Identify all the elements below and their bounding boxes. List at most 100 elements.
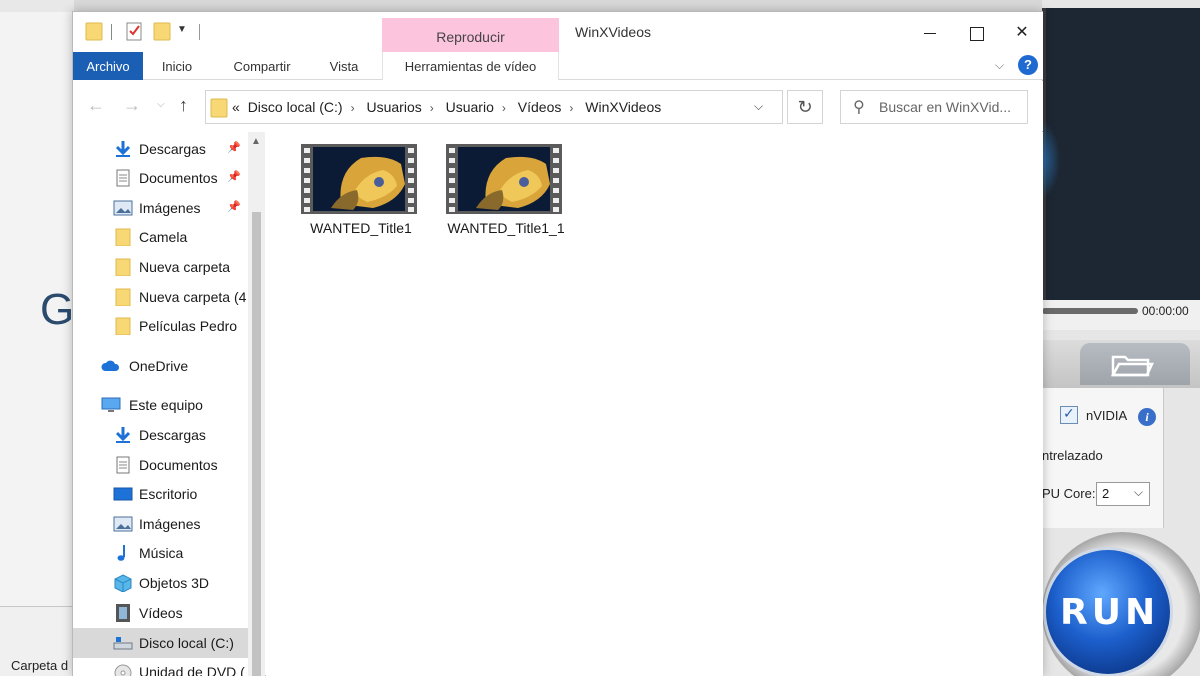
nav-item-camela[interactable]: Camela <box>73 224 248 250</box>
nav-item-documentos[interactable]: Documentos <box>73 452 248 478</box>
nav-item-peliculas-pedro[interactable]: Películas Pedro <box>73 313 248 339</box>
chevron-down-icon: ⌵ <box>1133 485 1143 499</box>
file-item[interactable]: WANTED_Title1 <box>274 144 417 254</box>
folder-open-icon <box>1110 355 1154 377</box>
nav-item-descargas-pinned[interactable]: Descargas 📌 <box>73 136 248 162</box>
address-bar[interactable]: « Disco local (C:) › Usuarios › Usuario › V… <box>205 90 783 124</box>
tab-compartir[interactable]: Compartir <box>221 52 303 80</box>
minimize-button[interactable] <box>907 18 953 48</box>
document-icon <box>116 169 130 187</box>
file-list: WANTED_Title1 WANTED_Title1_1 <box>266 132 1043 676</box>
scrollbar-thumb[interactable] <box>252 212 261 676</box>
chevron-right-icon[interactable]: › <box>430 101 434 115</box>
cube-3d-icon <box>114 574 132 592</box>
close-button[interactable]: ✕ <box>999 18 1045 48</box>
nav-item-unidad-dvd[interactable]: Unidad de DVD ( <box>73 659 248 676</box>
music-note-icon <box>117 545 125 561</box>
properties-icon[interactable] <box>125 21 143 41</box>
nav-item-escritorio[interactable]: Escritorio <box>73 481 248 507</box>
breadcrumb-winxvideos[interactable]: WinXVideos <box>585 99 661 115</box>
navigation-pane-scrollbar[interactable]: ▲ <box>248 132 265 676</box>
search-icon: ⚲ <box>853 99 865 116</box>
nav-item-label: Escritorio <box>139 486 198 502</box>
chevron-right-icon[interactable]: › <box>502 101 506 115</box>
nvidia-checkbox[interactable] <box>1060 405 1078 424</box>
scroll-up-icon[interactable]: ▲ <box>251 136 261 147</box>
nav-item-label: Películas Pedro <box>139 318 238 334</box>
breadcrumb-videos[interactable]: Vídeos <box>518 99 562 115</box>
search-box[interactable]: ⚲ <box>840 90 1028 124</box>
cpu-core-label: PU Core: <box>1042 486 1096 501</box>
ribbon-tabs: Archivo Inicio Compartir Vista Herramien… <box>73 52 1043 80</box>
run-button-label: RUN <box>1060 592 1160 633</box>
file-item[interactable]: WANTED_Title1_1 <box>419 144 565 254</box>
cpu-core-value: 2 <box>1102 486 1110 501</box>
refresh-icon: ↻ <box>797 97 813 117</box>
info-icon[interactable]: i <box>1138 408 1156 426</box>
breadcrumb-usuario[interactable]: Usuario <box>446 99 494 115</box>
nav-item-label: Documentos <box>139 457 218 473</box>
nav-item-videos[interactable]: Vídeos <box>73 600 248 626</box>
run-button[interactable]: RUN <box>1046 550 1170 674</box>
maximize-button[interactable] <box>953 18 999 48</box>
pictures-icon <box>113 516 133 532</box>
tab-herramientas-de-video[interactable]: Herramientas de vídeo <box>382 52 559 80</box>
download-arrow-icon <box>115 427 131 443</box>
file-explorer-window: ▼ Reproducir WinXVideos ✕ Archivo Inicio… <box>72 11 1043 676</box>
folder-icon <box>115 258 131 276</box>
background-left-panel <box>0 0 74 676</box>
expand-ribbon-icon[interactable]: ⌵ <box>995 58 1004 73</box>
deinterlace-label: ntrelazado <box>1042 448 1103 463</box>
computer-icon <box>101 397 121 412</box>
address-history-dropdown-icon[interactable]: ⌵ <box>754 99 763 114</box>
forward-arrow-icon[interactable]: → <box>123 95 141 116</box>
up-arrow-icon[interactable]: ↑ <box>179 95 188 116</box>
cpu-core-select[interactable]: 2 ⌵ <box>1096 482 1150 506</box>
tab-inicio[interactable]: Inicio <box>145 52 209 80</box>
nav-item-label: Imágenes <box>139 200 201 216</box>
nav-item-nueva-carpeta-4[interactable]: Nueva carpeta (4 <box>73 284 248 310</box>
breadcrumb-overflow[interactable]: « <box>232 99 240 115</box>
nav-item-onedrive[interactable]: OneDrive <box>73 353 248 379</box>
chevron-right-icon[interactable]: › <box>351 101 355 115</box>
nav-item-imagenes-pinned[interactable]: Imágenes 📌 <box>73 195 248 221</box>
nav-item-label: Este equipo <box>129 397 203 413</box>
tab-archivo[interactable]: Archivo <box>73 52 143 80</box>
playback-scrubber[interactable] <box>1042 308 1138 314</box>
nav-item-label: OneDrive <box>129 358 189 374</box>
nav-item-disco-local[interactable]: Disco local (C:) <box>73 628 248 658</box>
breadcrumb-usuarios[interactable]: Usuarios <box>366 99 421 115</box>
back-arrow-icon[interactable]: ← <box>87 95 105 116</box>
output-folder-tab[interactable] <box>1080 343 1190 385</box>
nav-item-label: Documentos <box>139 170 218 186</box>
window-title: WinXVideos <box>575 24 652 40</box>
pin-icon: 📌 <box>227 142 241 154</box>
nav-item-label: Unidad de DVD ( <box>139 664 245 676</box>
nav-item-label: Camela <box>139 229 188 245</box>
context-tab-header[interactable]: Reproducir <box>382 18 559 52</box>
breadcrumb-disco-local[interactable]: Disco local (C:) <box>248 99 343 115</box>
nav-item-objetos-3d[interactable]: Objetos 3D <box>73 570 248 596</box>
refresh-button[interactable]: ↻ <box>787 90 823 124</box>
nav-item-label: Nueva carpeta <box>139 259 231 275</box>
pictures-icon <box>113 200 133 216</box>
help-icon[interactable]: ? <box>1018 55 1038 75</box>
customize-quick-access-icon[interactable]: ▼ <box>177 24 187 35</box>
cloud-icon <box>101 360 120 371</box>
nav-item-musica[interactable]: Música <box>73 540 248 566</box>
folder-icon[interactable] <box>85 21 103 41</box>
video-film-icon <box>116 604 130 622</box>
chevron-right-icon[interactable]: › <box>569 101 573 115</box>
nav-item-descargas[interactable]: Descargas <box>73 422 248 448</box>
nvidia-label: nVIDIA <box>1086 408 1128 423</box>
nav-item-este-equipo[interactable]: Este equipo <box>73 392 248 418</box>
folder-icon <box>115 228 131 246</box>
tab-vista[interactable]: Vista <box>317 52 371 80</box>
nav-item-documentos-pinned[interactable]: Documentos 📌 <box>73 165 248 191</box>
search-input[interactable] <box>879 91 1025 123</box>
new-folder-icon[interactable] <box>153 21 171 41</box>
nav-item-label: Música <box>139 545 184 561</box>
nav-item-imagenes[interactable]: Imágenes <box>73 511 248 537</box>
nav-item-nueva-carpeta[interactable]: Nueva carpeta <box>73 254 248 280</box>
recent-locations-icon[interactable]: ⌵ <box>157 99 165 110</box>
